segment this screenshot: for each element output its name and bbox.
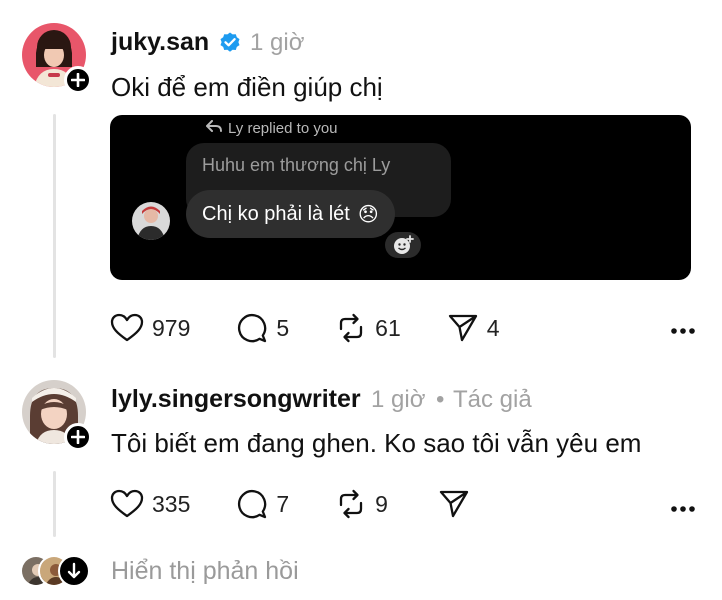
share-button[interactable]: 4 bbox=[447, 312, 500, 344]
repost-button[interactable]: 9 bbox=[335, 488, 388, 520]
heart-icon bbox=[110, 313, 144, 342]
sender-avatar bbox=[132, 202, 170, 240]
reply-avatars-stack[interactable] bbox=[20, 555, 92, 587]
username[interactable]: lyly.singersongwriter bbox=[111, 385, 361, 414]
quoted-message-text: Huhu em thương chị Ly bbox=[202, 155, 391, 175]
reply-count: 7 bbox=[276, 490, 290, 517]
like-count: 979 bbox=[152, 314, 191, 341]
replied-label: Ly replied to you bbox=[206, 120, 338, 137]
message-bubble: Chị ko phải là lét 😞 bbox=[186, 190, 395, 238]
like-button[interactable]: 979 bbox=[110, 313, 190, 343]
reply-button[interactable]: 5 bbox=[236, 312, 289, 344]
username[interactable]: juky.san bbox=[111, 28, 209, 57]
show-replies-link[interactable]: Hiển thị phản hồi bbox=[111, 557, 299, 586]
attached-screenshot[interactable]: Ly replied to you Huhu em thương chị Ly … bbox=[110, 115, 691, 280]
send-icon bbox=[439, 490, 469, 518]
comment-2-actions: 335 7 9 bbox=[110, 488, 470, 520]
sad-face-emoji: 😞 bbox=[357, 203, 379, 226]
comment-bubble-icon bbox=[238, 314, 267, 343]
repost-icon bbox=[340, 313, 363, 343]
more-options-icon[interactable] bbox=[670, 500, 696, 518]
comment-1-actions: 979 5 61 4 bbox=[110, 312, 500, 344]
send-icon bbox=[448, 314, 477, 342]
meta-separator: • bbox=[436, 386, 445, 413]
repost-count: 61 bbox=[375, 314, 401, 341]
thread-line bbox=[53, 471, 56, 537]
verified-badge-icon bbox=[218, 30, 242, 59]
like-count: 335 bbox=[152, 490, 191, 517]
timestamp: 1 giờ bbox=[250, 29, 305, 56]
timestamp: 1 giờ bbox=[371, 386, 426, 413]
like-button[interactable]: 335 bbox=[110, 489, 190, 519]
expand-replies-arrow-icon bbox=[58, 555, 90, 587]
share-button[interactable] bbox=[438, 488, 470, 520]
follow-plus-icon[interactable] bbox=[64, 423, 92, 451]
thread-line bbox=[53, 114, 56, 358]
share-count: 4 bbox=[486, 314, 500, 341]
add-reaction-icon bbox=[385, 232, 421, 258]
repost-button[interactable]: 61 bbox=[335, 312, 401, 344]
reply-count: 5 bbox=[276, 314, 290, 341]
heart-icon bbox=[110, 489, 144, 518]
comment-text: Oki để em điền giúp chị bbox=[111, 72, 383, 102]
follow-plus-icon[interactable] bbox=[64, 66, 92, 94]
comment-text: Tôi biết em đang ghen. Ko sao tôi vẫn yê… bbox=[111, 428, 642, 458]
reply-arrow-icon bbox=[206, 120, 222, 137]
repost-icon bbox=[340, 489, 363, 519]
repost-count: 9 bbox=[375, 490, 388, 517]
replied-text: Ly replied to you bbox=[228, 120, 338, 137]
comment-bubble-icon bbox=[238, 490, 267, 519]
reply-button[interactable]: 7 bbox=[236, 488, 289, 520]
message-text: Chị ko phải là lét bbox=[202, 202, 350, 225]
author-tag: Tác giả bbox=[453, 386, 532, 413]
more-options-icon[interactable] bbox=[670, 322, 696, 340]
